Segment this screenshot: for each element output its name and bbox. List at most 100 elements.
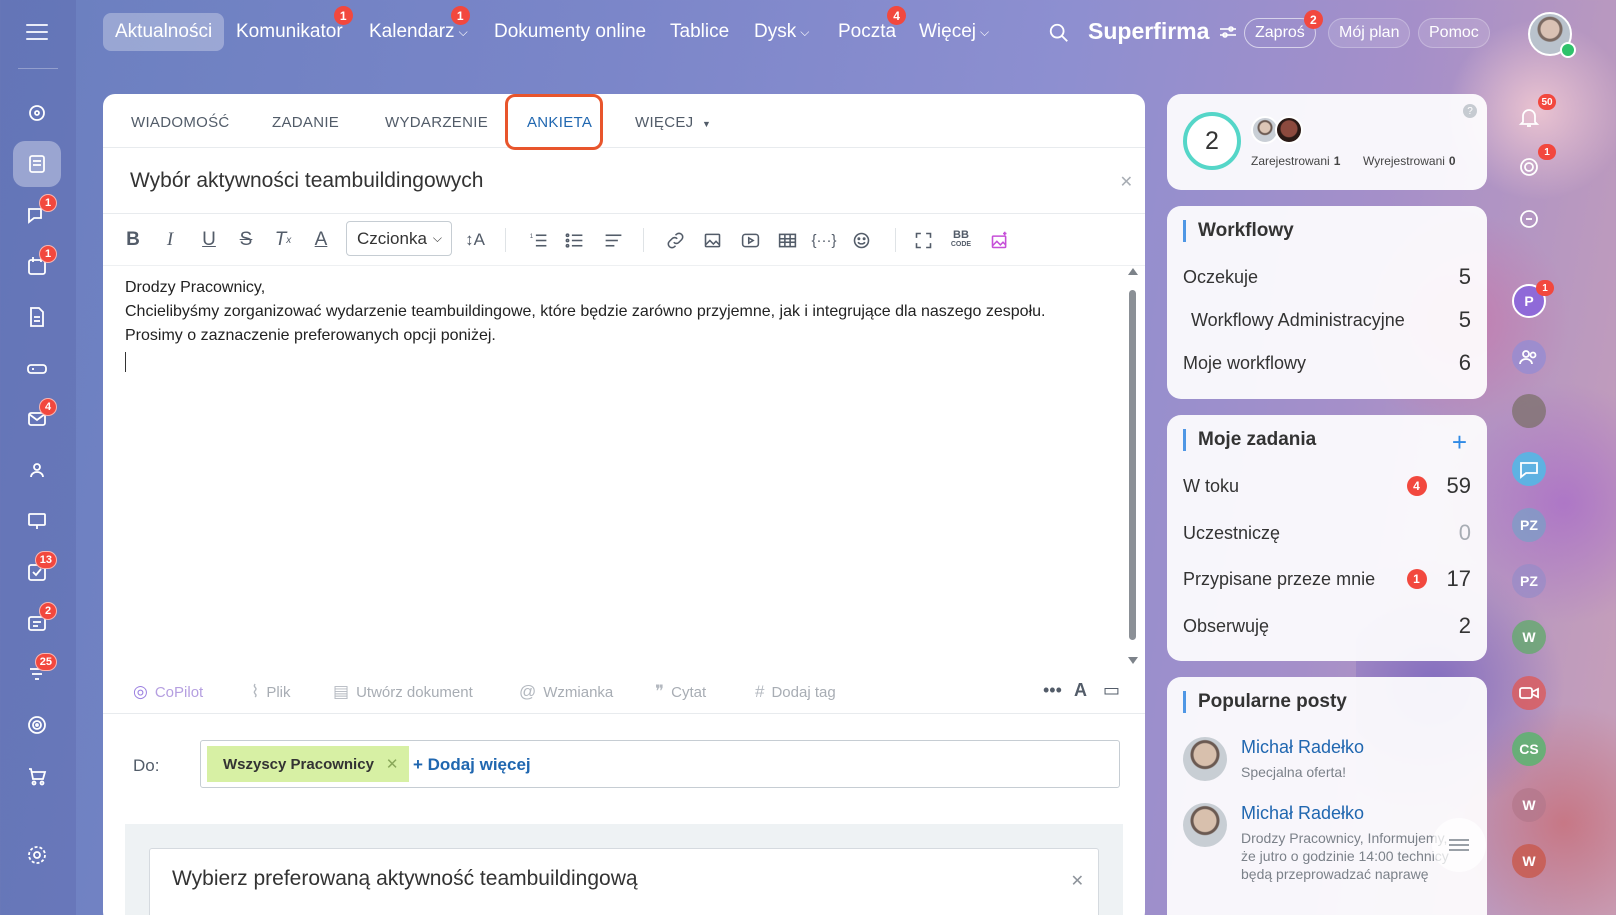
help-button[interactable]: Pomoc [1418,18,1490,48]
recipient-tag[interactable]: Wszyscy Pracownicy ✕ [207,746,409,782]
scroll-thumb[interactable] [1129,290,1136,640]
video-call-button[interactable] [1512,676,1546,710]
add-task-button[interactable]: + [1452,427,1467,458]
chat-avatar-cs[interactable]: CS [1512,732,1546,766]
rail-item-settings[interactable] [13,832,61,878]
mention-button[interactable]: @ Wzmianka [519,682,613,702]
nav-boards[interactable]: Tablice [658,13,741,51]
font-select[interactable]: Czcionka ⌵ [346,221,452,256]
close-icon[interactable]: ✕ [1071,871,1084,891]
table-icon[interactable] [775,228,799,252]
rail-item-mail[interactable]: 4 [13,396,61,442]
company-brand[interactable]: Superfirma [1088,18,1237,45]
font-size-icon[interactable]: ↕A [463,228,487,252]
ai-image-icon[interactable] [987,228,1011,252]
image-icon[interactable] [700,228,724,252]
emoji-icon[interactable] [849,228,873,252]
post-title-input[interactable]: Wybór aktywności teambuildingowych [130,169,483,193]
text-color-icon[interactable]: A [309,228,333,252]
scroll-up-icon[interactable] [1128,268,1138,275]
rail-item-documents[interactable] [13,294,61,340]
rail-item-goals[interactable] [13,702,61,748]
tab-event[interactable]: WYDARZENIE [385,114,488,131]
quote-button[interactable]: ❞ Cytat [655,682,706,702]
online-count[interactable]: 2 [1183,112,1241,170]
italic-icon[interactable]: I [158,228,182,252]
widget-title[interactable]: Workflowy [1183,220,1294,242]
remove-tag-icon[interactable]: ✕ [386,755,399,773]
align-icon[interactable] [601,228,625,252]
nav-news[interactable]: Aktualności [103,13,225,51]
avatar[interactable] [1183,737,1227,781]
task-row[interactable]: W toku 4 59 [1183,473,1471,499]
file-button[interactable]: ⌇ Plik [251,682,290,702]
invite-button[interactable]: Zaproś 2 [1244,10,1323,48]
task-row[interactable]: Uczestniczę 0 [1183,520,1471,546]
chat-avatar-w[interactable]: W [1512,844,1546,878]
workflow-row[interactable]: Oczekuje 5 [1183,264,1471,290]
close-icon[interactable]: ✕ [1120,172,1133,192]
widget-title[interactable]: Moje zadania [1183,429,1316,451]
panel-toggle-icon[interactable]: ▭ [1103,680,1120,701]
quick-menu-button[interactable] [1432,818,1486,872]
rail-item-crm[interactable]: 2 [13,600,61,646]
avatar[interactable] [1183,803,1227,847]
rail-item-chat[interactable]: 1 [13,192,61,238]
scroll-down-icon[interactable] [1128,657,1138,664]
menu-icon[interactable] [26,24,48,40]
task-row[interactable]: Obserwuję 2 [1183,613,1471,639]
chat-avatar-w[interactable]: W [1512,620,1546,654]
link-icon[interactable] [663,228,687,252]
rail-item-shop[interactable] [13,753,61,799]
underline-icon[interactable]: U [197,228,221,252]
chat-avatar-w[interactable]: W [1512,788,1546,822]
clear-format-icon[interactable]: Tx [271,228,295,252]
tab-more[interactable]: WIĘCEJ ▼ [635,114,711,131]
text-format-icon[interactable]: A [1074,680,1087,701]
task-row[interactable]: Przypisane przeze mnie 1 17 [1183,566,1471,592]
rail-item-filters[interactable]: 25 [13,651,61,697]
bullet-list-icon[interactable] [562,228,586,252]
tab-message[interactable]: WIADOMOŚĆ [131,114,230,131]
user-avatar[interactable] [1528,12,1576,58]
poll-question-field[interactable]: Wybierz preferowaną aktywność teambuildi… [149,848,1099,915]
copilot-button[interactable]: ◎ CoPilot [133,682,203,702]
nav-calendar[interactable]: Kalendarz ⌵ 1 [357,6,480,51]
avatar[interactable] [1275,116,1303,144]
search-icon[interactable] [1048,22,1070,44]
rail-item-news[interactable] [13,141,61,187]
editor-scrollbar[interactable] [1128,268,1138,664]
help-icon[interactable]: ? [1463,104,1477,118]
goals-button[interactable]: 1 [1512,144,1556,184]
tab-task[interactable]: ZADANIE [272,114,339,131]
group-chat-avatar[interactable] [1512,340,1546,374]
my-plan-button[interactable]: Mój plan [1328,18,1411,48]
chat-avatar-photo[interactable] [1512,394,1546,428]
numbered-list-icon[interactable]: 1 [526,228,550,252]
chat-avatar-pz[interactable]: PZ [1512,564,1546,598]
recipients-field[interactable]: Wszyscy Pracownicy ✕ + Dodaj więcej [200,740,1120,788]
notifications-button[interactable]: 50 [1512,94,1556,134]
workflow-row[interactable]: Moje workflowy 6 [1183,350,1471,376]
post-body[interactable]: Drodzy Pracownicy, Chcielibyśmy zorganiz… [125,276,1105,380]
rail-item-drive[interactable] [13,345,61,391]
post-author-link[interactable]: Michał Radełko [1241,803,1364,824]
code-icon[interactable]: {···} [812,228,837,252]
tab-poll[interactable]: ANKIETA [527,114,592,131]
video-icon[interactable] [738,228,762,252]
chat-avatar-p[interactable]: P 1 [1512,280,1554,318]
add-tag-button[interactable]: # Dodaj tag [755,682,836,702]
create-document-button[interactable]: ▤ Utwórz dokument [333,682,473,702]
nav-mail[interactable]: Poczta 4 [826,6,908,51]
rail-item-employees[interactable] [13,447,61,493]
bbcode-icon[interactable]: BB CODE [949,228,973,252]
nav-online-documents[interactable]: Dokumenty online [482,13,658,51]
chat-avatar-pz[interactable]: PZ [1512,508,1546,542]
fullscreen-icon[interactable] [911,228,935,252]
rail-item-calendar[interactable]: 1 [13,243,61,289]
strikethrough-icon[interactable]: S [234,228,258,252]
chat-avatar-messages[interactable] [1512,452,1546,486]
nav-more[interactable]: Więcej ⌵ [907,13,1001,51]
more-dots-icon[interactable]: ••• [1043,680,1062,701]
rail-item-copilot[interactable] [13,90,61,136]
